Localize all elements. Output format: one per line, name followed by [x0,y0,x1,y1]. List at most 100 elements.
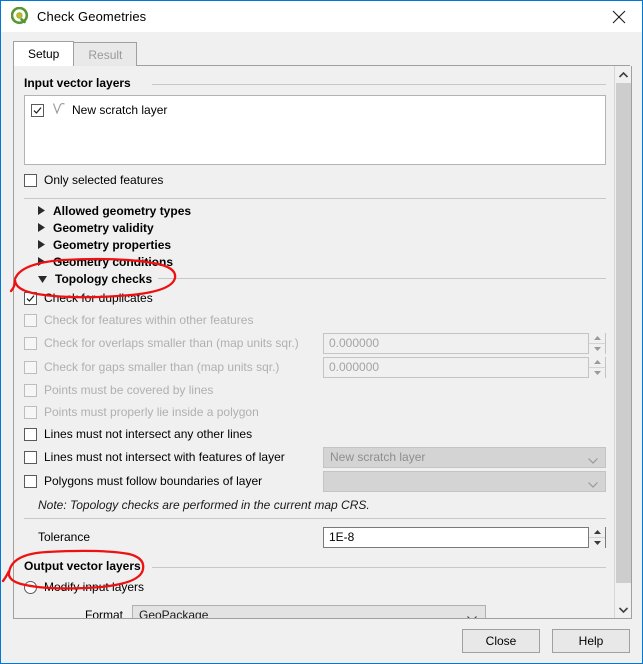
input-vector-layers-group: Input vector layers [24,76,606,90]
spinner-up-icon [589,356,605,368]
dialog-button-bar: Close Help [1,619,642,663]
section-geometry-properties[interactable]: Geometry properties [24,236,606,253]
chevron-right-icon [38,204,45,218]
group-divider [152,84,606,85]
chevron-down-icon [467,611,477,618]
modify-input-layers-radio[interactable] [24,580,37,594]
topology-check-gaps: Check for gaps smaller than (map units s… [24,355,606,379]
polygons-boundary-layer-combo [323,470,606,492]
section-topology-checks[interactable]: Topology checks [24,270,606,287]
spinner-down-icon [589,367,605,378]
spinner-buttons[interactable] [588,526,605,548]
setup-panel: Input vector layers New scratch layer On… [13,66,632,619]
group-divider [152,567,606,568]
spinner-down-icon[interactable] [589,537,605,548]
scroll-up-button[interactable] [615,66,631,83]
window-title: Check Geometries [37,8,147,24]
section-label: Allowed geometry types [53,203,198,218]
qgis-logo-icon [11,7,29,25]
scroll-down-button[interactable] [615,601,631,618]
gaps-checkbox [24,360,37,374]
scroll-content: Input vector layers New scratch layer On… [14,66,616,618]
only-selected-features-row[interactable]: Only selected features [24,169,606,191]
output-group-title: Output vector layers [24,559,147,573]
gaps-label: Check for gaps smaller than (map units s… [44,360,280,374]
modify-input-layers-label: Modify input layers [44,580,145,594]
section-label: Topology checks [55,271,159,286]
section-divider [24,518,606,519]
topology-check-lines-no-intersect[interactable]: Lines must not intersect any other lines [24,423,606,445]
close-button[interactable]: Close [462,629,540,653]
points-inside-polygon-label: Points must properly lie inside a polygo… [44,405,259,419]
only-selected-features-checkbox[interactable] [24,173,37,187]
help-button[interactable]: Help [552,629,630,653]
check-for-duplicates-label: Check for duplicates [44,291,153,305]
section-divider [24,198,606,199]
features-within-checkbox [24,313,37,327]
chevron-down-icon [38,272,47,286]
input-group-title: Input vector layers [24,76,137,90]
tab-result-label: Result [88,47,123,62]
lines-no-intersect-label: Lines must not intersect any other lines [44,427,253,441]
layer-name-label: New scratch layer [72,103,168,117]
points-inside-polygon-checkbox [24,405,37,419]
chevron-right-icon [38,255,45,269]
polygons-follow-boundaries-checkbox[interactable] [24,474,37,488]
list-item[interactable]: New scratch layer [31,101,599,119]
help-button-label: Help [578,634,604,648]
tolerance-label: Tolerance [38,530,91,544]
title-bar: Check Geometries [1,1,642,32]
modify-input-layers-row[interactable]: Modify input layers [24,576,606,598]
polygons-follow-boundaries-label: Polygons must follow boundaries of layer [44,474,263,488]
format-label: Format [84,608,123,619]
format-row: Format GeoPackage [24,602,606,619]
lines-intersect-layer-value: New scratch layer [330,450,426,464]
lines-no-intersect-layer-checkbox[interactable] [24,450,37,464]
tab-result[interactable]: Result [73,42,138,66]
section-label: Geometry properties [53,237,178,252]
points-covered-by-lines-label: Points must be covered by lines [44,383,214,397]
topology-check-points-inside-polygon: Points must properly lie inside a polygo… [24,401,606,423]
vertical-scrollbar[interactable] [614,66,631,618]
topology-check-points-covered-by-lines: Points must be covered by lines [24,379,606,401]
spinner-down-icon [589,343,605,354]
overlaps-threshold-spinbox: 0.000000 [323,332,606,354]
overlaps-threshold-value: 0.000000 [329,336,380,350]
topology-check-polygons-follow-boundaries[interactable]: Polygons must follow boundaries of layer [24,469,606,493]
overlaps-checkbox [24,336,37,350]
tolerance-value: 1E-8 [329,530,355,544]
check-geometries-dialog: Check Geometries Setup Result Input vect… [0,0,643,664]
check-for-duplicates-checkbox[interactable] [24,291,37,305]
topology-check-overlaps: Check for overlaps smaller than (map uni… [24,331,606,355]
chevron-right-icon [38,238,45,252]
layer-list[interactable]: New scratch layer [24,95,606,165]
topology-crs-note: Note: Topology checks are performed in t… [38,498,370,512]
format-combo[interactable]: GeoPackage [132,604,486,619]
spinner-up-icon[interactable] [589,526,605,538]
scrollbar-thumb[interactable] [616,83,631,583]
output-settings-grid: Create new layers Format GeoPackage Outp… [24,602,606,619]
chevron-down-icon [588,477,598,491]
layer-checkbox[interactable] [31,103,44,117]
gaps-threshold-spinbox: 0.000000 [323,356,606,378]
format-value: GeoPackage [139,608,209,619]
topology-check-duplicates[interactable]: Check for duplicates [24,287,606,309]
spinner-buttons [588,356,605,378]
section-geometry-conditions[interactable]: Geometry conditions [24,253,606,270]
chevron-right-icon [38,221,45,235]
spinner-up-icon [589,332,605,344]
lines-no-intersect-checkbox[interactable] [24,427,37,441]
spinner-buttons [588,332,605,354]
lines-no-intersect-layer-label: Lines must not intersect with features o… [44,450,285,464]
tolerance-spinbox[interactable]: 1E-8 [323,526,606,548]
topology-check-lines-no-intersect-layer[interactable]: Lines must not intersect with features o… [24,445,606,469]
section-label: Geometry conditions [53,254,180,269]
tab-setup[interactable]: Setup [13,41,75,66]
tolerance-row: Tolerance 1E-8 [24,523,606,551]
section-geometry-validity[interactable]: Geometry validity [24,219,606,236]
chevron-down-icon [588,453,598,467]
close-icon[interactable] [596,1,642,32]
section-allowed-geometry-types[interactable]: Allowed geometry types [24,202,606,219]
topology-check-features-within: Check for features within other features [24,309,606,331]
group-divider [142,278,606,279]
